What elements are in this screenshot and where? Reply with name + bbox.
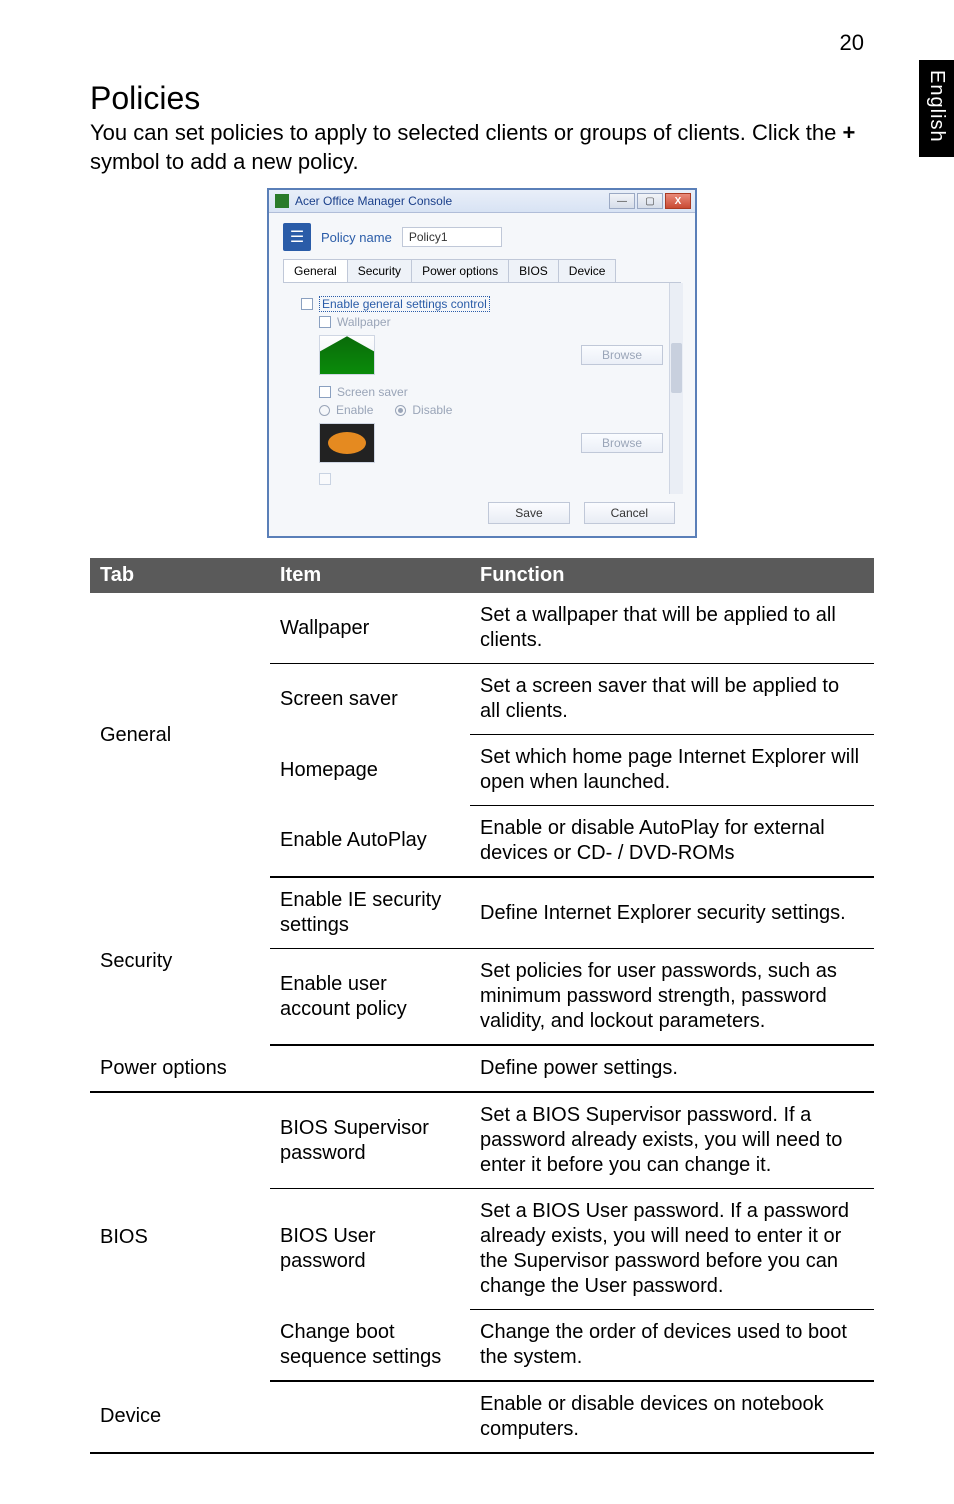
wallpaper-row: Wallpaper bbox=[319, 315, 663, 329]
item-cell: Homepage bbox=[270, 735, 470, 806]
plus-symbol: + bbox=[842, 120, 855, 145]
item-cell: Enable IE security settings bbox=[270, 877, 470, 949]
close-button[interactable]: X bbox=[665, 193, 691, 209]
intro-suffix: symbol to add a new policy. bbox=[90, 149, 359, 174]
cancel-button[interactable]: Cancel bbox=[584, 502, 675, 524]
dialog-window: Acer Office Manager Console — ▢ X ☰ Poli… bbox=[267, 188, 697, 538]
tab-device[interactable]: Device bbox=[558, 259, 617, 282]
policy-name-input[interactable] bbox=[402, 227, 502, 247]
screensaver-preview-row: Browse bbox=[319, 423, 663, 463]
enable-general-checkbox[interactable] bbox=[301, 298, 313, 310]
function-cell: Define Internet Explorer security settin… bbox=[470, 877, 874, 949]
item-cell: Enable user account policy bbox=[270, 949, 470, 1046]
item-cell: Change boot sequence settings bbox=[270, 1310, 470, 1382]
item-cell: BIOS Supervisor password bbox=[270, 1092, 470, 1189]
function-cell: Set a BIOS User password. If a password … bbox=[470, 1189, 874, 1310]
wallpaper-preview-row: Browse bbox=[319, 335, 663, 375]
th-item: Item bbox=[270, 558, 470, 593]
screensaver-thumbnail bbox=[319, 423, 375, 463]
item-cell: Enable AutoPlay bbox=[270, 806, 470, 878]
policy-name-label: Policy name bbox=[321, 230, 392, 245]
policy-icon: ☰ bbox=[283, 223, 311, 251]
function-cell: Define power settings. bbox=[470, 1045, 874, 1092]
tab-cell: Device bbox=[90, 1381, 270, 1453]
dialog-footer: Save Cancel bbox=[269, 494, 695, 528]
item-cell: Screen saver bbox=[270, 664, 470, 735]
item-cell bbox=[270, 1381, 470, 1453]
th-function: Function bbox=[470, 558, 874, 593]
tab-cell: Security bbox=[90, 877, 270, 1045]
function-cell: Set a wallpaper that will be applied to … bbox=[470, 593, 874, 664]
intro-text: You can set policies to apply to selecte… bbox=[90, 119, 874, 176]
function-cell: Set policies for user passwords, such as… bbox=[470, 949, 874, 1046]
screensaver-checkbox[interactable] bbox=[319, 386, 331, 398]
scrollbar-thumb[interactable] bbox=[671, 343, 682, 393]
screensaver-browse-button[interactable]: Browse bbox=[581, 433, 663, 453]
cutoff-checkbox[interactable] bbox=[319, 473, 331, 485]
enable-radio[interactable] bbox=[319, 405, 330, 416]
wallpaper-label: Wallpaper bbox=[337, 315, 391, 329]
tab-cell: Power options bbox=[90, 1045, 270, 1092]
item-cell: BIOS User password bbox=[270, 1189, 470, 1310]
screensaver-row: Screen saver bbox=[319, 385, 663, 399]
function-cell: Set which home page Internet Explorer wi… bbox=[470, 735, 874, 806]
policy-header: ☰ Policy name bbox=[269, 213, 695, 259]
screensaver-radio-row: Enable Disable bbox=[319, 403, 663, 417]
table-row: Device Enable or disable devices on note… bbox=[90, 1381, 874, 1453]
save-button[interactable]: Save bbox=[488, 502, 569, 524]
function-cell: Set a screen saver that will be applied … bbox=[470, 664, 874, 735]
function-cell: Change the order of devices used to boot… bbox=[470, 1310, 874, 1382]
page-number: 20 bbox=[840, 30, 864, 56]
tab-security[interactable]: Security bbox=[347, 259, 412, 282]
table-row: Security Enable IE security settings Def… bbox=[90, 877, 874, 949]
dialog-screenshot: Acer Office Manager Console — ▢ X ☰ Poli… bbox=[90, 188, 874, 538]
tab-general[interactable]: General bbox=[283, 259, 348, 282]
table-header: Tab Item Function bbox=[90, 558, 874, 593]
function-cell: Enable or disable AutoPlay for external … bbox=[470, 806, 874, 878]
scrollbar[interactable] bbox=[669, 283, 683, 494]
item-cell: Wallpaper bbox=[270, 593, 470, 664]
disable-radio[interactable] bbox=[395, 405, 406, 416]
function-cell: Set a BIOS Supervisor password. If a pas… bbox=[470, 1092, 874, 1189]
maximize-button[interactable]: ▢ bbox=[637, 193, 663, 209]
wallpaper-thumbnail bbox=[319, 335, 375, 375]
th-tab: Tab bbox=[90, 558, 270, 593]
window-buttons: — ▢ X bbox=[609, 193, 691, 209]
enable-general-row: Enable general settings control bbox=[301, 296, 663, 312]
item-cell bbox=[270, 1045, 470, 1092]
titlebar: Acer Office Manager Console — ▢ X bbox=[269, 190, 695, 213]
cutoff-row bbox=[319, 473, 663, 485]
side-tab-english: English bbox=[919, 60, 954, 157]
screensaver-label: Screen saver bbox=[337, 385, 408, 399]
enable-general-link[interactable]: Enable general settings control bbox=[319, 296, 490, 312]
enable-radio-label: Enable bbox=[336, 403, 373, 417]
window-title: Acer Office Manager Console bbox=[295, 194, 452, 208]
tab-panel-general: Enable general settings control Wallpape… bbox=[283, 283, 681, 494]
app-icon bbox=[275, 194, 289, 208]
disable-radio-label: Disable bbox=[412, 403, 452, 417]
spec-table: Tab Item Function General Wallpaper Set … bbox=[90, 558, 874, 1454]
table-row: Power options Define power settings. bbox=[90, 1045, 874, 1092]
wallpaper-checkbox[interactable] bbox=[319, 316, 331, 328]
intro-prefix: You can set policies to apply to selecte… bbox=[90, 120, 842, 145]
tab-cell: BIOS bbox=[90, 1092, 270, 1381]
tab-bios[interactable]: BIOS bbox=[508, 259, 559, 282]
tab-power-options[interactable]: Power options bbox=[411, 259, 509, 282]
table-row: General Wallpaper Set a wallpaper that w… bbox=[90, 593, 874, 664]
section-title: Policies bbox=[90, 80, 874, 117]
wallpaper-browse-button[interactable]: Browse bbox=[581, 345, 663, 365]
dialog-tabs: General Security Power options BIOS Devi… bbox=[283, 259, 681, 283]
tab-cell: General bbox=[90, 593, 270, 877]
table-row: BIOS BIOS Supervisor password Set a BIOS… bbox=[90, 1092, 874, 1189]
page-body: Policies You can set policies to apply t… bbox=[0, 0, 954, 1504]
minimize-button[interactable]: — bbox=[609, 193, 635, 209]
function-cell: Enable or disable devices on notebook co… bbox=[470, 1381, 874, 1453]
titlebar-left: Acer Office Manager Console bbox=[275, 194, 452, 208]
